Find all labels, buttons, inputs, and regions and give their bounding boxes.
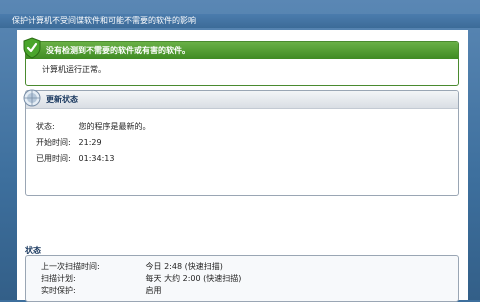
update-value: 21:29 <box>78 138 102 147</box>
update-status-header: 更新状态 <box>26 91 458 109</box>
status-ok-panel: 没有检测到不需要的软件或有害的软件。 计算机运行正常。 <box>23 37 459 86</box>
status-label: 扫描计划: <box>41 274 76 283</box>
update-row-elapsed: 已用时间: 01:34:13 <box>36 153 114 164</box>
update-label: 状态: <box>36 122 55 131</box>
update-label: 已用时间: <box>36 154 71 163</box>
status-value: 每天 大约 2:00 (快速扫描) <box>145 274 242 283</box>
update-status-panel: 更新状态 状态: 您的程序是最新的。 开始时间: 21:29 已用时间: 01:… <box>23 89 459 196</box>
status-row-last-scan: 上一次扫描时间: 今日 2:48 (快速扫描) <box>41 261 223 272</box>
status-panel: 上一次扫描时间: 今日 2:48 (快速扫描) 扫描计划: 每天 大约 2:00… <box>25 255 459 302</box>
status-ok-message: 计算机运行正常。 <box>42 65 106 74</box>
update-globe-icon <box>23 89 41 107</box>
status-value: 今日 2:48 (快速扫描) <box>145 262 223 271</box>
update-row-start: 开始时间: 21:29 <box>36 137 102 148</box>
banner: 保护计算机不受间谍软件和可能不需要的软件的影响 <box>0 14 480 28</box>
update-label: 开始时间: <box>36 138 71 147</box>
status-ok-header: 没有检测到不需要的软件或有害的软件。 <box>26 42 458 59</box>
status-label: 实时保护: <box>41 286 76 295</box>
shield-check-icon <box>23 37 41 59</box>
update-value: 01:34:13 <box>78 154 115 163</box>
status-row-realtime: 实时保护: 启用 <box>41 285 162 296</box>
status-label: 上一次扫描时间: <box>41 262 100 271</box>
update-row-status: 状态: 您的程序是最新的。 <box>36 121 151 132</box>
update-value: 您的程序是最新的。 <box>78 122 151 131</box>
main-content: 没有检测到不需要的软件或有害的软件。 计算机运行正常。 更新状态 状态: 您的程… <box>17 30 468 302</box>
status-row-schedule: 扫描计划: 每天 大约 2:00 (快速扫描) <box>41 273 241 284</box>
status-value: 启用 <box>145 286 162 295</box>
